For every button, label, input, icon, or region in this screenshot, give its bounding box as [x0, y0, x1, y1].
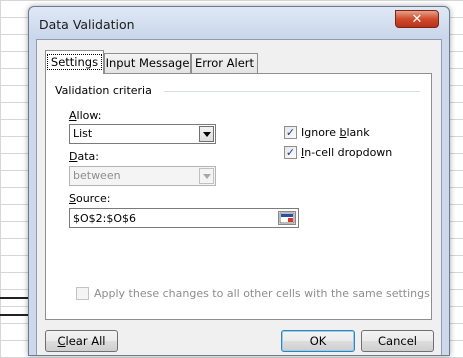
tab-error-alert-label: Error Alert — [194, 56, 255, 70]
tab-settings[interactable]: Settings — [45, 50, 104, 74]
dialog-title: Data Validation — [39, 17, 135, 32]
in-cell-dropdown-label[interactable]: In-cell dropdown — [301, 146, 392, 159]
tab-settings-label: Settings — [46, 54, 103, 70]
title-bar[interactable]: Data Validation ? ✕ — [29, 7, 449, 39]
source-label: Source: — [69, 192, 111, 205]
range-selector-icon[interactable] — [278, 211, 296, 225]
dialog-client-area: Settings Input Message Error Alert Valid… — [36, 39, 442, 355]
source-value: $O$2:$O$6 — [73, 212, 137, 225]
apply-all-label: Apply these changes to all other cells w… — [94, 287, 430, 300]
tab-error-alert[interactable]: Error Alert — [191, 53, 258, 73]
data-dropdown[interactable]: between — [69, 166, 216, 186]
allow-value: List — [73, 127, 93, 140]
allow-label: Allow: — [69, 109, 102, 122]
cancel-button[interactable]: Cancel — [361, 330, 434, 352]
ignore-blank-label[interactable]: Ignore blank — [301, 126, 370, 139]
chevron-down-icon[interactable] — [199, 126, 214, 142]
clear-all-button[interactable]: Clear All — [45, 330, 118, 352]
data-label: Data: — [69, 150, 99, 163]
close-button[interactable]: ✕ — [395, 10, 439, 28]
tab-input-message-label: Input Message — [105, 56, 190, 70]
ok-button[interactable]: OK — [281, 330, 355, 352]
settings-panel: Validation criteria Allow: List Data: be… — [45, 73, 432, 320]
grid-column-line — [0, 0, 1, 358]
close-icon: ✕ — [411, 12, 423, 27]
data-value: between — [73, 169, 121, 182]
source-input[interactable]: $O$2:$O$6 — [69, 208, 299, 228]
tab-input-message[interactable]: Input Message — [104, 53, 191, 73]
in-cell-dropdown-checkbox[interactable]: ✓ — [284, 146, 297, 159]
apply-all-checkbox[interactable] — [76, 287, 89, 300]
allow-dropdown[interactable]: List — [69, 124, 216, 144]
ignore-blank-checkbox[interactable]: ✓ — [284, 126, 297, 139]
group-divider — [164, 91, 420, 92]
data-validation-dialog: Data Validation ? ✕ Settings Input Messa… — [28, 6, 450, 356]
validation-criteria-label: Validation criteria — [55, 84, 152, 97]
chevron-down-icon[interactable] — [199, 168, 214, 184]
